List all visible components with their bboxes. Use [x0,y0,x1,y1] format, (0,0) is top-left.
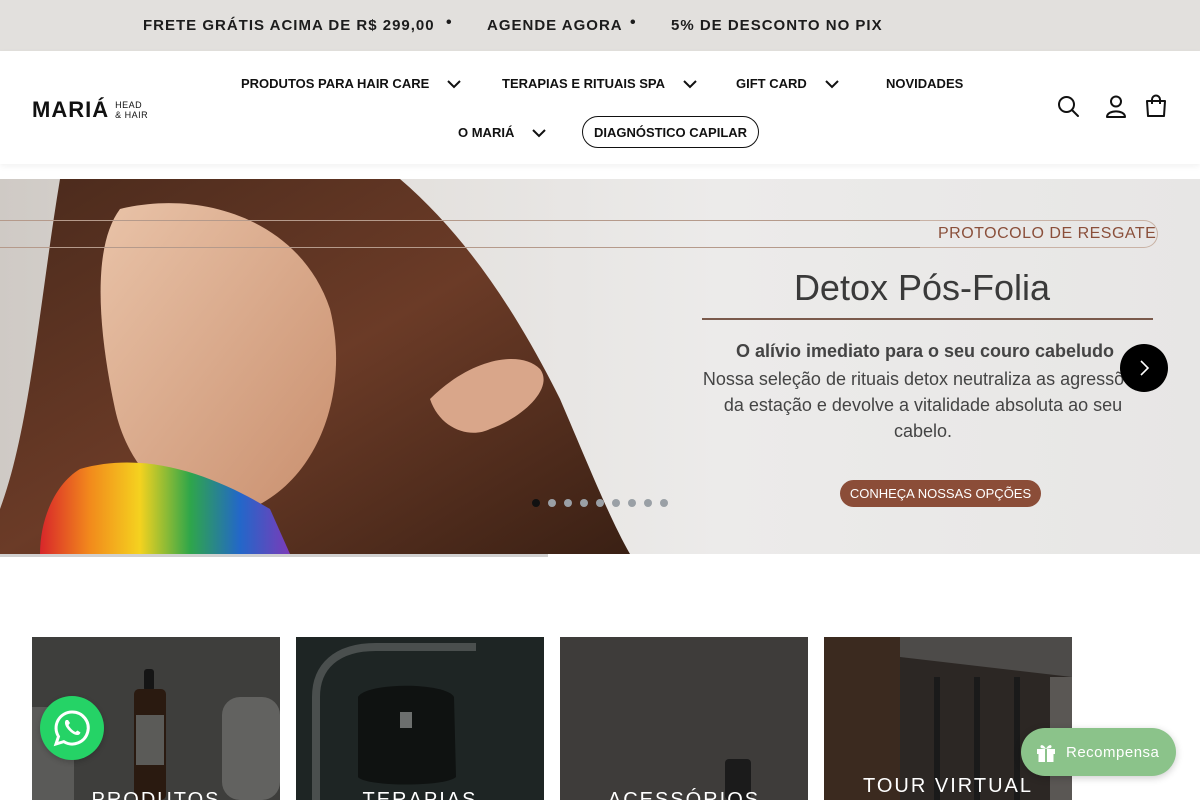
nav-label: GIFT CARD [736,76,807,91]
category-label: TOUR VIRTUAL [863,775,1033,797]
chevron-down-icon [683,79,697,88]
hero-cta-button[interactable]: CONHEÇA NOSSAS OPÇÕES [840,480,1041,507]
rewards-label: Recompensa [1066,743,1160,761]
slider-dot[interactable] [612,499,620,507]
whatsapp-button[interactable] [40,696,104,760]
hero-kicker: PROTOCOLO DE RESGATE [938,225,1157,242]
hero-title: Detox Pós-Folia [793,267,1051,308]
nav-label: O MARIÁ [458,125,515,140]
chevron-right-icon [1140,360,1150,376]
logo-tagline-line1: HEAD [115,100,143,110]
spa-equipment-image [296,637,544,800]
whatsapp-icon [53,710,90,747]
category-label: PRODUTOS [91,789,221,800]
slider-dot[interactable] [628,499,636,507]
diagnostic-button[interactable]: DIAGNÓSTICO CAPILAR [582,116,759,148]
slider-dot[interactable] [548,499,556,507]
nav-label: TERAPIAS E RITUAIS SPA [502,76,666,91]
account-icon[interactable] [1104,94,1128,118]
slider-next-button[interactable] [1120,344,1168,392]
accessory-image [560,637,808,800]
slider-dot[interactable] [660,499,668,507]
hero-description: Nossa seleção de rituais detox neutraliz… [702,369,1144,441]
slider-dot[interactable] [644,499,652,507]
slider-dot[interactable] [532,499,540,507]
nav-label: NOVIDADES [886,76,964,91]
category-label: ACESSÓRIOS [607,789,761,800]
category-label: TERAPIAS [362,789,478,800]
chevron-down-icon [447,79,461,88]
gift-icon [1037,745,1055,762]
logo-wordmark: MARIÁ [32,97,110,122]
nav-label: PRODUTOS PARA HAIR CARE [241,76,430,91]
nav-item-hair-care-products[interactable]: PRODUTOS PARA HAIR CARE [241,76,461,91]
nav-item-gift-card[interactable]: GIFT CARD [736,76,839,91]
announcement-bar: FRETE GRÁTIS ACIMA DE R$ 299,00 • AGENDE… [0,0,1200,51]
hero-slider: PROTOCOLO DE RESGATE Detox Pós-Folia O a… [0,179,1200,554]
logo-tagline-line2: & HAIR [115,110,149,120]
search-icon[interactable] [1056,94,1080,118]
site-header: MARIÁ HEAD & HAIR PRODUTOS PARA HAIR CAR… [0,51,1200,164]
nav-item-spa-therapies[interactable]: TERAPIAS E RITUAIS SPA [502,76,697,91]
logo-tagline: HEAD & HAIR [115,100,148,120]
announcement-pix-discount[interactable]: 5% DE DESCONTO NO PIX [671,17,883,34]
site-logo[interactable]: MARIÁ HEAD & HAIR [32,97,148,123]
category-tile-therapies[interactable]: TERAPIAS [296,637,544,800]
hero-title-rule [702,318,1153,320]
category-tile-accessories[interactable]: ACESSÓRIOS [560,637,808,800]
nav-item-about[interactable]: O MARIÁ [458,125,547,140]
category-tile-virtual-tour[interactable]: TOUR VIRTUAL [824,637,1072,800]
slider-progress-bar [0,554,548,557]
slider-pagination [532,499,668,507]
announcement-separator: • [630,14,636,31]
chevron-down-icon [825,79,839,88]
rewards-launcher[interactable]: Recompensa [1021,728,1176,776]
nav-item-novidades[interactable]: NOVIDADES [886,76,963,91]
announcement-separator: • [446,14,452,31]
hero-lead: O alívio imediato para o seu couro cabel… [735,341,1115,361]
slider-dot[interactable] [580,499,588,507]
slider-dot[interactable] [564,499,572,507]
announcement-schedule[interactable]: AGENDE AGORA [487,17,623,34]
hero-divider [0,220,920,221]
announcement-free-shipping[interactable]: FRETE GRÁTIS ACIMA DE R$ 299,00 [143,17,435,34]
hero-image [0,179,630,554]
cart-icon[interactable] [1144,94,1168,118]
hero-divider [0,247,920,248]
slider-dot[interactable] [596,499,604,507]
chevron-down-icon [532,128,547,137]
